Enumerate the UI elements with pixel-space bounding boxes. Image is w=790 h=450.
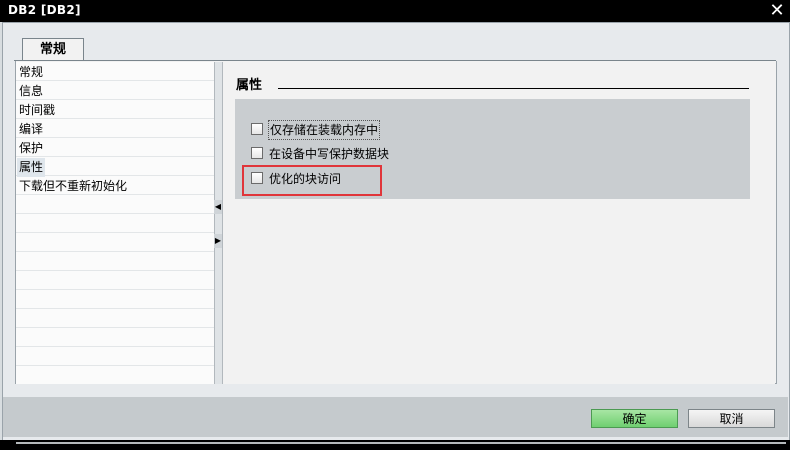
option-label: 仅存储在装载内存中 xyxy=(267,120,381,140)
option-label: 在设备中写保护数据块 xyxy=(269,147,390,161)
tab-general[interactable]: 常规 xyxy=(22,38,84,61)
bottom-bar xyxy=(0,440,790,450)
ok-button[interactable]: 确定 xyxy=(591,409,678,428)
title-bar: DB2 [DB2] ✕ xyxy=(0,0,790,22)
triangle-left-icon[interactable]: ◀ xyxy=(214,200,222,214)
nav-item-attributes[interactable]: 属性 xyxy=(17,158,46,177)
close-icon[interactable]: ✕ xyxy=(768,2,786,20)
bottom-strip xyxy=(16,442,786,444)
nav-item-timestamps[interactable]: 时间戳 xyxy=(19,101,55,120)
nav-item-general[interactable]: 常规 xyxy=(19,63,43,82)
checkbox-load-memory-only[interactable] xyxy=(251,123,263,135)
nav-item-compile[interactable]: 编译 xyxy=(19,120,43,139)
section-divider xyxy=(278,88,749,89)
cancel-button[interactable]: 取消 xyxy=(688,409,775,428)
section-title: 属性 xyxy=(236,78,263,93)
highlight-annotation xyxy=(242,165,382,196)
nav-item-download-no-reinit[interactable]: 下载但不重新初始化 xyxy=(19,177,127,196)
nav-item-info[interactable]: 信息 xyxy=(19,82,43,101)
triangle-right-icon[interactable]: ▶ xyxy=(214,234,222,248)
nav-item-protection[interactable]: 保护 xyxy=(19,139,43,158)
window-title: DB2 [DB2] xyxy=(8,3,81,17)
checkbox-write-protect[interactable] xyxy=(251,147,263,159)
panel-splitter[interactable] xyxy=(214,62,223,384)
